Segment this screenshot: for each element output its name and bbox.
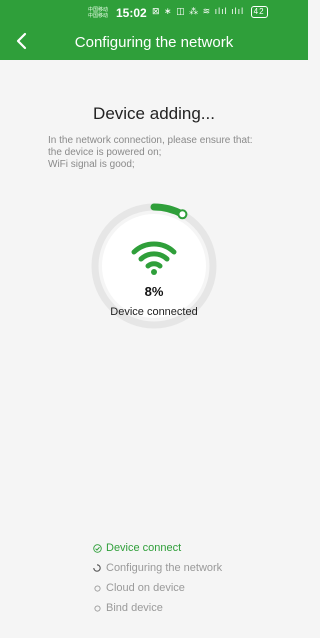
step-bind-device: Bind device	[92, 598, 222, 618]
carrier-2: 中国移动	[88, 13, 109, 19]
step-list: Device connect Configuring the network C…	[92, 538, 222, 618]
status-icons-glyphs: ⊠ ∗ ◫ ⁂ ≋ ılıl ılıl	[152, 6, 245, 16]
step-configuring-network: Configuring the network	[92, 558, 222, 578]
loading-icon	[92, 564, 102, 572]
pending-dot-icon	[92, 604, 102, 612]
note-line: the device is powered on;	[48, 147, 162, 158]
step-device-connect: Device connect	[92, 538, 222, 558]
progress-percent: 8%	[144, 284, 164, 299]
header-bar: 中国移动 中国移动 15:02 ⊠ ∗ ◫ ⁂ ≋ ılıl ılıl 42 C…	[0, 0, 308, 60]
page-title: Configuring the network	[74, 34, 234, 51]
step-label: Configuring the network	[106, 562, 223, 574]
status-bar: 中国移动 中国移动 15:02 ⊠ ∗ ◫ ⁂ ≋ ılıl ılıl 42	[0, 4, 308, 22]
connection-notes: In the network connection, please ensure…	[48, 135, 288, 171]
progress-ring-knob	[177, 209, 188, 220]
pending-dot-icon	[92, 584, 102, 592]
progress-status: Device connected	[110, 306, 198, 318]
step-label: Cloud on device	[106, 582, 185, 594]
status-icons: ⊠ ∗ ◫ ⁂ ≋ ılıl ılıl 42	[152, 6, 268, 18]
step-label: Device connect	[106, 542, 182, 554]
adding-title: Device adding...	[93, 104, 215, 123]
note-line: In the network connection, please ensure…	[48, 135, 253, 146]
note-line: WiFi signal is good;	[48, 159, 135, 170]
carrier-labels: 中国移动 中国移动	[88, 7, 108, 19]
step-cloud-on-device: Cloud on device	[92, 578, 222, 598]
battery-icon: 42	[250, 6, 268, 18]
check-circle-icon	[92, 543, 102, 553]
status-time: 15:02	[116, 6, 147, 20]
step-label: Bind device	[106, 602, 163, 614]
